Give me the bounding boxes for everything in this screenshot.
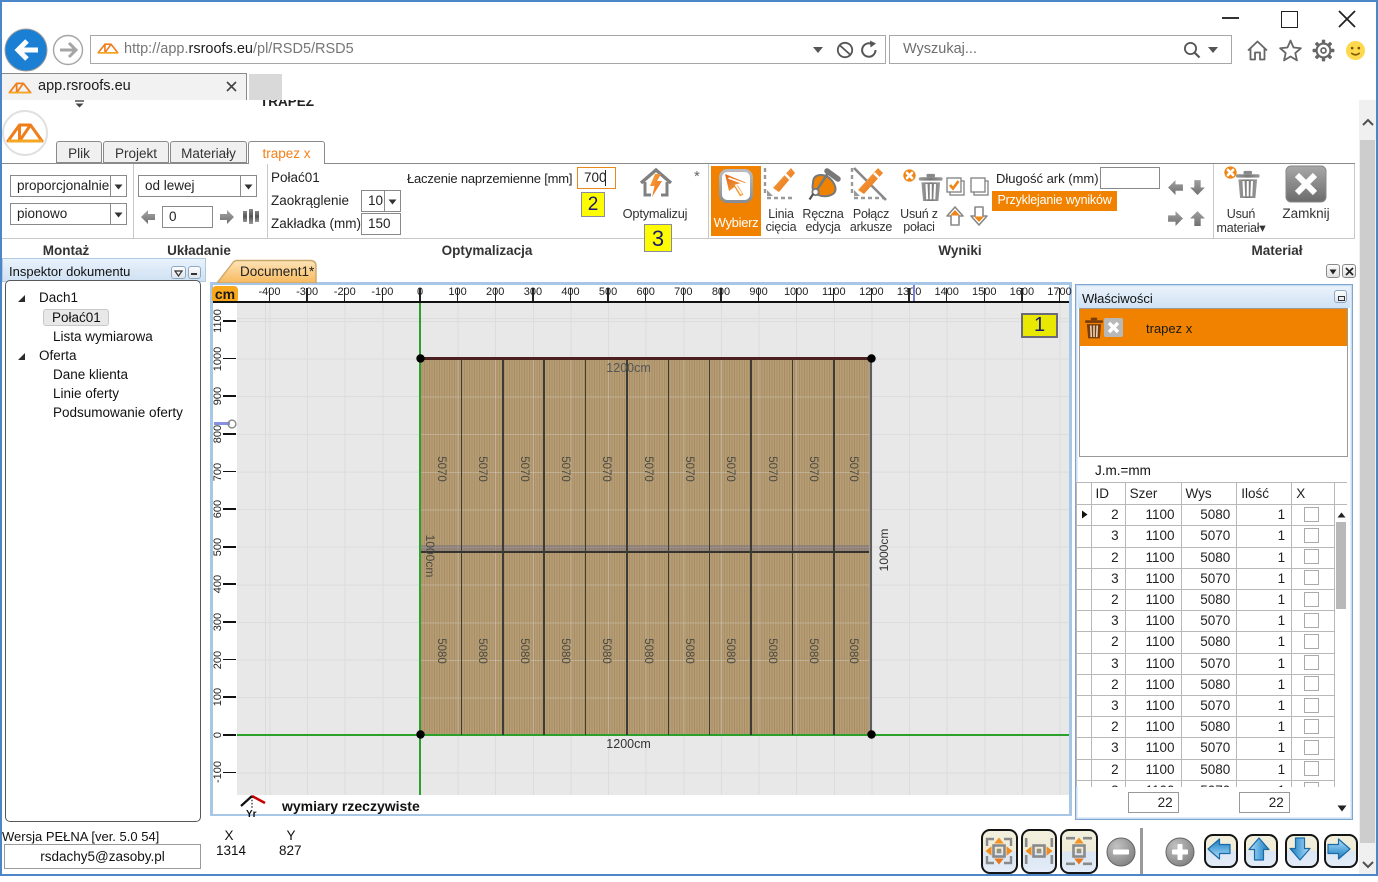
- svg-text:Yr: Yr: [246, 809, 257, 818]
